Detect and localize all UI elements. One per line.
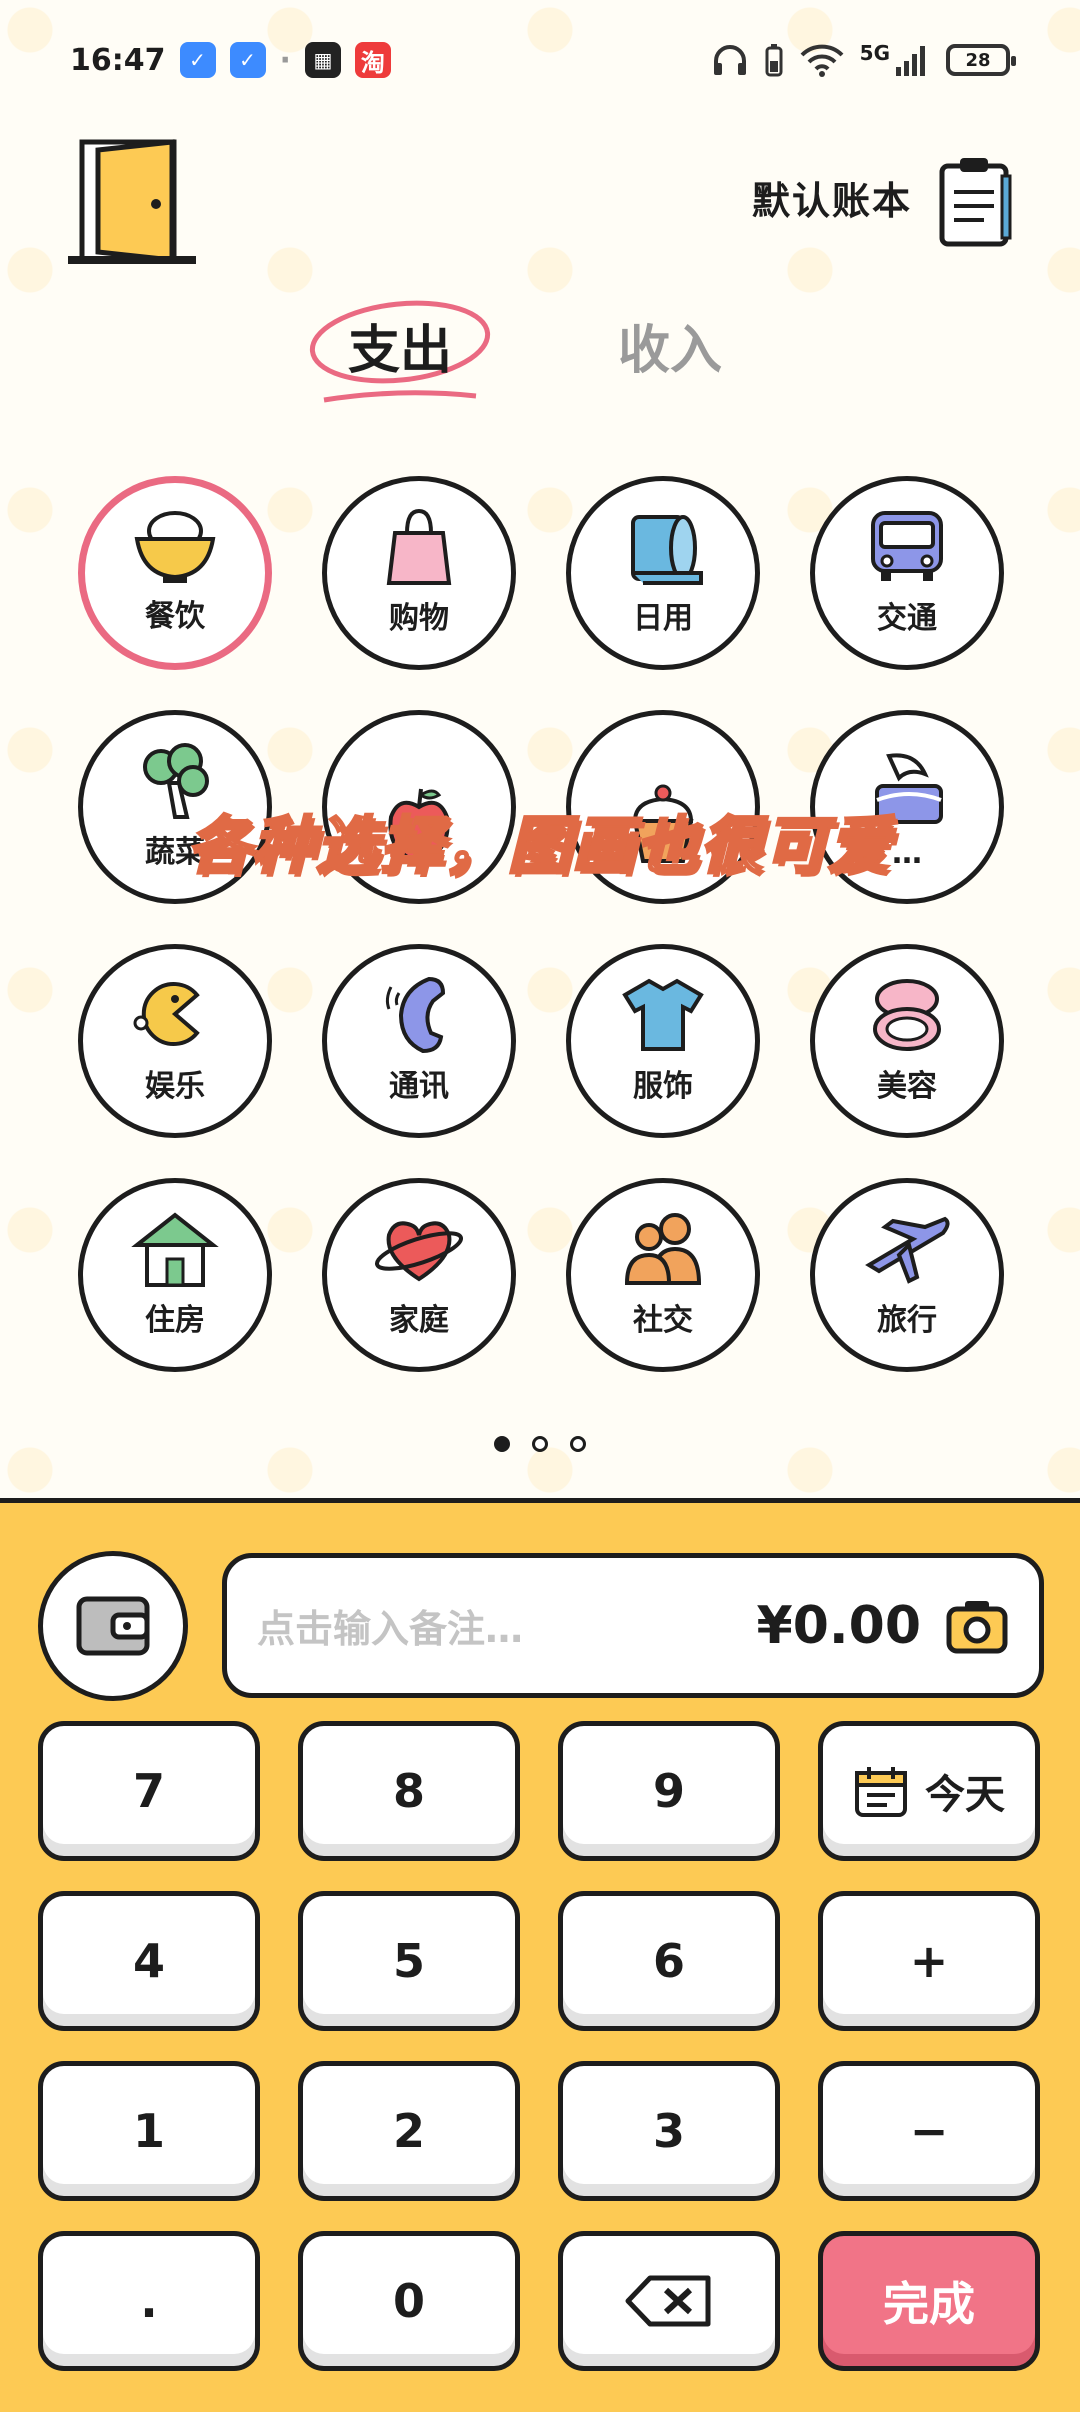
account-select-button[interactable] (38, 1551, 188, 1701)
shopping-bag-icon (386, 508, 452, 585)
heart-planet-icon (374, 1221, 464, 1282)
category-daily[interactable]: 日用 (566, 476, 760, 670)
toilet-paper-icon (631, 515, 703, 585)
app-notification-icon: · (279, 42, 291, 78)
page-dot[interactable] (532, 1436, 548, 1452)
phone-icon (385, 976, 446, 1054)
page-dot[interactable] (570, 1436, 586, 1452)
status-bar: 16:47 ✓ ✓ · ▦ 淘 5G 28 (0, 0, 1080, 120)
key-5[interactable]: 5 (298, 1891, 520, 2031)
key-2[interactable]: 2 (298, 2061, 520, 2201)
page-dot[interactable] (494, 1436, 510, 1452)
category-communication[interactable]: 通讯 (322, 944, 516, 1138)
category-label: 购物 (389, 601, 449, 636)
clipboard-icon[interactable] (938, 156, 1014, 248)
backspace-icon (625, 2275, 711, 2327)
note-placeholder: 点击输入备注… (257, 1607, 524, 1651)
camera-icon[interactable] (945, 1597, 1009, 1655)
key-0[interactable]: 0 (298, 2231, 520, 2371)
category-label: 社交 (633, 1303, 693, 1338)
note-input[interactable]: 点击输入备注… ¥0.00 (222, 1553, 1044, 1698)
key-1[interactable]: 1 (38, 2061, 260, 2201)
date-button[interactable]: 今天 (818, 1721, 1040, 1861)
exit-door-icon[interactable] (68, 132, 196, 272)
date-button-label: 今天 (925, 1772, 1005, 1818)
category-label: 日用 (633, 601, 693, 636)
overlay-caption: 各种选择，图画也很可爱 (186, 808, 892, 884)
plus-button[interactable]: + (818, 1891, 1040, 2031)
category-grid: 餐饮 购物 日用 交通 蔬菜 … 娱乐 通讯 服饰 美容 住房 家庭 社交 旅行 (0, 470, 1080, 1410)
category-housing[interactable]: 住房 (78, 1178, 272, 1372)
key-6[interactable]: 6 (558, 1891, 780, 2031)
category-label: 家庭 (389, 1303, 449, 1338)
minus-button[interactable]: − (818, 2061, 1040, 2201)
category-label: 服饰 (633, 1069, 693, 1104)
category-beauty[interactable]: 美容 (810, 944, 1004, 1138)
category-family[interactable]: 家庭 (322, 1178, 516, 1372)
category-label: 交通 (877, 601, 937, 636)
battery-saver-icon (765, 44, 783, 77)
category-label: 美容 (877, 1069, 937, 1104)
category-label: 通讯 (389, 1069, 449, 1104)
headphones-icon (713, 45, 746, 75)
category-social[interactable]: 社交 (566, 1178, 760, 1372)
page-indicator (0, 1436, 1080, 1452)
people-icon (624, 1213, 702, 1285)
header: 默认账本 (0, 120, 1080, 290)
amount-display: ¥0.00 (756, 1595, 921, 1656)
category-dining[interactable]: 餐饮 (78, 476, 272, 670)
pacman-icon (133, 982, 200, 1046)
taobao-icon: 淘 (354, 42, 391, 78)
calendar-icon (855, 1767, 907, 1817)
rice-bowl-icon (134, 511, 216, 583)
tab-expense[interactable]: 支出 (320, 290, 480, 400)
compact-mirror-icon (873, 979, 941, 1051)
account-book-title[interactable]: 默认账本 (752, 170, 912, 225)
key-7[interactable]: 7 (38, 1721, 260, 1861)
wifi-icon (800, 44, 844, 77)
key-3[interactable]: 3 (558, 2061, 780, 2201)
category-label: 娱乐 (145, 1069, 205, 1104)
category-label: 住房 (145, 1303, 205, 1338)
input-panel: 点击输入备注… ¥0.00 7 8 9 今天 4 5 6 + 1 2 3 − .… (0, 1498, 1080, 2412)
category-travel[interactable]: 旅行 (810, 1178, 1004, 1372)
app-notification-icon: ✓ (179, 42, 216, 78)
backspace-button[interactable] (558, 2231, 780, 2371)
airplane-icon (865, 1216, 950, 1284)
key-4[interactable]: 4 (38, 1891, 260, 2031)
category-shopping[interactable]: 购物 (322, 476, 516, 670)
app-notification-icon: ▦ (304, 42, 341, 78)
done-button[interactable]: 完成 (818, 2231, 1040, 2371)
type-tabs: 支出 收入 (0, 290, 1080, 430)
key-8[interactable]: 8 (298, 1721, 520, 1861)
category-entertainment[interactable]: 娱乐 (78, 944, 272, 1138)
category-label: 旅行 (877, 1303, 937, 1338)
tshirt-icon (622, 978, 704, 1051)
category-label: 餐饮 (145, 599, 205, 634)
key-9[interactable]: 9 (558, 1721, 780, 1861)
tab-income[interactable]: 收入 (590, 290, 750, 400)
signal-icon (896, 46, 925, 76)
app-notification-icon: ✓ (229, 42, 266, 78)
battery-indicator: 28 (946, 44, 1016, 76)
key-decimal[interactable]: . (38, 2231, 260, 2371)
category-transport[interactable]: 交通 (810, 476, 1004, 670)
status-time: 16:47 (70, 42, 166, 78)
wallet-icon (76, 1596, 150, 1656)
category-clothing[interactable]: 服饰 (566, 944, 760, 1138)
house-icon (131, 1212, 219, 1287)
network-type-label: 5G (859, 41, 890, 65)
bus-icon (871, 511, 943, 581)
